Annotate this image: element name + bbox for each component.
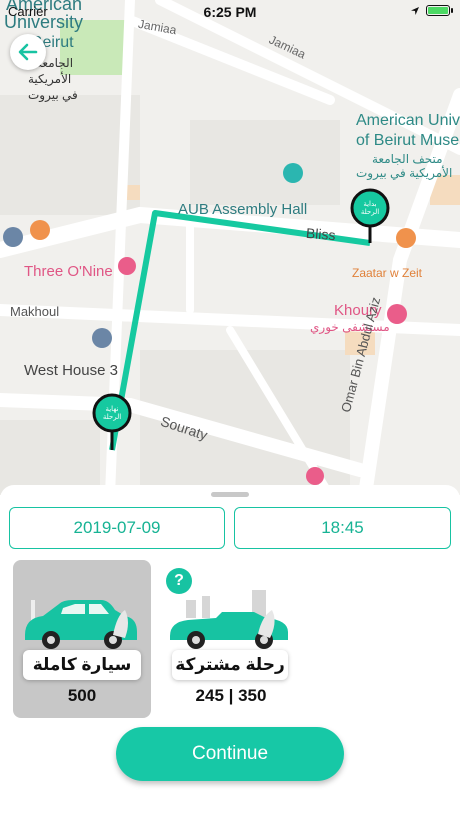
map-label-bliss: Bliss [305,224,337,244]
status-bar: Carrier 6:25 PM [0,0,460,24]
map-label-zaatar: Zaatar w Zeit [352,266,423,280]
car-icon [25,600,137,649]
map-label-museum-2: of Beirut Museu [356,132,460,149]
map-label-museum-ar-1: متحف الجامعة [372,152,443,166]
option-shared-ride[interactable]: ? رحلة مشتركة 245 | 350 [162,560,300,718]
map-label-three-o-nine: Three O'Nine [24,263,113,280]
battery-icon [426,5,453,16]
map-label-makhoul: Makhoul [10,304,60,319]
location-arrow-icon [411,6,419,15]
end-pin-label: نهاية الرحلة [102,406,122,421]
option-full-car-price: 500 [67,686,97,705]
convertible-car-icon [170,590,288,649]
map-label-west-house: West House 3 [24,362,118,379]
option-shared-ride-label: رحلة مشتركة [172,650,288,680]
map-label-aub-ar-3: في بيروت [28,88,78,102]
time-field[interactable]: 18:45 [234,507,451,549]
status-time: 6:25 PM [203,4,257,20]
continue-button[interactable]: Continue [116,727,344,781]
map-label-assembly-hall: AUB Assembly Hall [178,201,308,218]
date-field[interactable]: 2019-07-09 [9,507,225,549]
arrow-left-icon [18,43,38,61]
back-button[interactable] [10,34,46,70]
map-view[interactable]: American University of Beirut الجامعة ال… [0,0,460,495]
drag-handle[interactable] [211,492,249,497]
map-label-museum-ar-2: الأمريكية في بيروت [356,166,453,180]
option-full-car[interactable]: سيارة كاملة 500 [13,560,151,718]
option-shared-ride-price: 245 | 350 [195,686,267,705]
booking-sheet: 2019-07-09 18:45 سيارة كاملة 500 ? رحلة … [0,485,460,818]
map-label-aub-ar-2: الأمريكية [28,72,72,86]
option-full-car-label: سيارة كاملة [23,650,141,680]
start-pin-label: بداية الرحلة [360,201,380,216]
map-label-khoury-ar: مستشفى خوري [310,320,390,334]
map-label-museum-1: American Unive [356,112,460,129]
